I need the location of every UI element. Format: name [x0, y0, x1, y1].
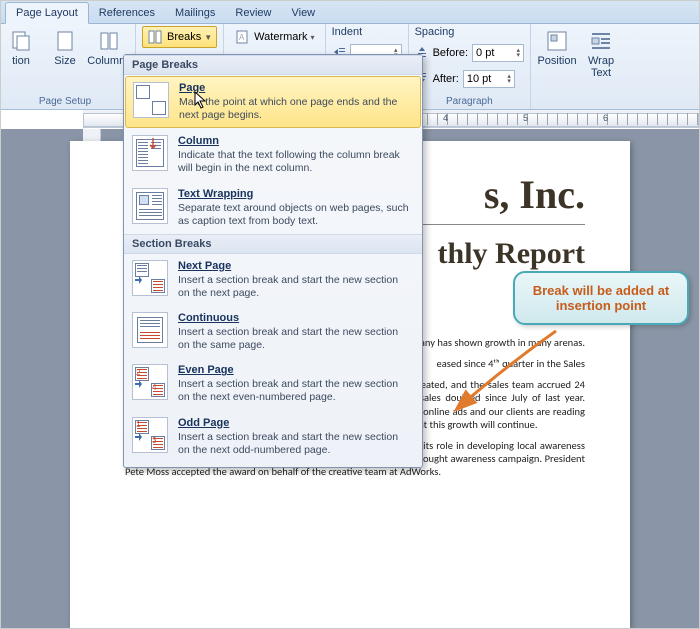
orientation-label: tion	[12, 55, 30, 67]
spacing-after-label: After:	[433, 73, 459, 85]
menu-item-title: Column	[178, 135, 412, 147]
menu-item-desc: Separate text around objects on web page…	[178, 202, 412, 228]
menu-item-odd-page[interactable]: 1 3 Odd Page Insert a section break and …	[124, 411, 422, 463]
menu-item-desc: Insert a section break and start the new…	[178, 274, 412, 300]
page-setup-label: Page Setup	[1, 96, 129, 109]
watermark-label: Watermark	[254, 31, 307, 43]
menu-item-desc: Insert a section break and start the new…	[178, 431, 412, 457]
page-breaks-header: Page Breaks	[124, 55, 422, 75]
chevron-down-icon: ▾	[311, 33, 315, 42]
even-page-break-icon: 2 4	[132, 364, 168, 400]
menu-item-title: Odd Page	[178, 417, 412, 429]
menu-item-title: Text Wrapping	[178, 188, 412, 200]
menu-item-desc: Insert a section break and start the new…	[178, 326, 412, 352]
ruler-num: 6	[603, 113, 608, 123]
tab-page-layout[interactable]: Page Layout	[5, 2, 89, 24]
menu-item-next-page[interactable]: Next Page Insert a section break and sta…	[124, 254, 422, 306]
chevron-down-icon: ▼	[204, 33, 212, 42]
paragraph-label: Paragraph	[415, 96, 524, 109]
wrap-text-icon	[589, 29, 613, 53]
page-break-icon	[133, 82, 169, 118]
ruler-num: 4	[443, 113, 448, 123]
columns-icon	[97, 29, 121, 53]
breaks-label: Breaks	[167, 31, 201, 43]
group-spacing: Spacing Before: 0 pt▴▾ After: 10 pt▴▾ Pa…	[409, 24, 531, 109]
continuous-break-icon	[132, 312, 168, 348]
wrap-text-button[interactable]: Wrap Text	[581, 26, 621, 82]
size-label: Size	[54, 55, 75, 67]
ruler-num: 5	[523, 113, 528, 123]
group-arrange: Position Wrap Text	[531, 24, 627, 109]
svg-text:A: A	[239, 33, 245, 42]
section-breaks-header: Section Breaks	[124, 234, 422, 254]
menu-item-title: Page	[179, 82, 411, 94]
orientation-icon	[9, 29, 33, 53]
next-page-break-icon	[132, 260, 168, 296]
wrap-text-label: Wrap Text	[583, 55, 619, 79]
menu-item-desc: Indicate that the text following the col…	[178, 149, 412, 175]
text-wrap-break-icon	[132, 188, 168, 224]
cursor-icon	[194, 91, 208, 109]
menu-item-column[interactable]: Column Indicate that the text following …	[124, 129, 422, 181]
annotation-callout: Break will be added at insertion point	[513, 271, 689, 325]
spacing-before-label: Before:	[433, 47, 468, 59]
orientation-button[interactable]: tion	[1, 26, 41, 70]
breaks-dropdown-menu: Page Breaks Page Mark the point at which…	[123, 54, 423, 468]
breaks-button[interactable]: Breaks ▼	[142, 26, 217, 48]
menu-item-title: Even Page	[178, 364, 412, 376]
size-icon	[53, 29, 77, 53]
menu-item-text-wrapping[interactable]: Text Wrapping Separate text around objec…	[124, 182, 422, 234]
size-button[interactable]: Size	[45, 26, 85, 70]
position-button[interactable]: Position	[537, 26, 577, 70]
column-break-icon	[132, 135, 168, 171]
position-icon	[545, 29, 569, 53]
odd-page-break-icon: 1 3	[132, 417, 168, 453]
watermark-button[interactable]: A Watermark ▾	[230, 26, 318, 48]
menu-item-continuous[interactable]: Continuous Insert a section break and st…	[124, 306, 422, 358]
spacing-before-input[interactable]: 0 pt▴▾	[472, 44, 524, 62]
breaks-icon	[147, 29, 163, 45]
menu-item-desc: Insert a section break and start the new…	[178, 378, 412, 404]
tab-review[interactable]: Review	[225, 3, 281, 23]
spacing-after-input[interactable]: 10 pt▴▾	[463, 70, 515, 88]
menu-item-title: Next Page	[178, 260, 412, 272]
menu-item-page[interactable]: Page Mark the point at which one page en…	[125, 76, 421, 128]
group-page-setup: tion Size Columns Page Setup	[1, 24, 136, 109]
indent-heading: Indent	[332, 26, 363, 38]
spacing-heading: Spacing	[415, 26, 455, 38]
ribbon-tab-strip: Page Layout References Mailings Review V…	[1, 1, 699, 24]
position-label: Position	[537, 55, 576, 67]
watermark-icon: A	[234, 29, 250, 45]
tab-references[interactable]: References	[89, 3, 165, 23]
tab-view[interactable]: View	[281, 3, 325, 23]
menu-item-even-page[interactable]: 2 4 Even Page Insert a section break and…	[124, 358, 422, 410]
menu-item-title: Continuous	[178, 312, 412, 324]
menu-item-desc: Mark the point at which one page ends an…	[179, 96, 411, 122]
annotation-arrow	[446, 326, 566, 421]
tab-mailings[interactable]: Mailings	[165, 3, 225, 23]
